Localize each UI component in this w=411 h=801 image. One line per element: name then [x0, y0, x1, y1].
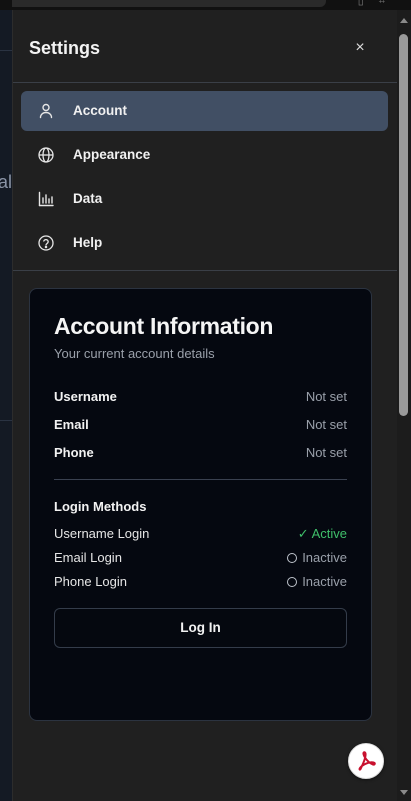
background-divider [0, 420, 12, 421]
bar-chart-icon [38, 191, 54, 207]
settings-panel: Settings × Account Appearance Data Help … [12, 10, 398, 801]
browser-tab-edge [12, 0, 326, 7]
login-methods-title: Login Methods [54, 499, 147, 514]
nav-item-label: Account [73, 103, 127, 118]
status-badge: ✓ Active [297, 526, 347, 541]
inactive-circle-icon [287, 577, 298, 587]
login-method-label: Email Login [54, 550, 122, 565]
background-partial-text: al [0, 172, 13, 192]
login-method-label: Username Login [54, 526, 150, 541]
login-method-label: Phone Login [54, 574, 128, 589]
scrollbar[interactable] [397, 10, 411, 801]
field-row-phone: Phone Not set [54, 445, 347, 465]
field-label: Username [54, 389, 117, 404]
account-info-title: Account Information [54, 313, 274, 339]
account-info-card: Account Information Your current account… [29, 288, 372, 721]
settings-title: Settings [29, 38, 101, 58]
background-page: al [0, 10, 12, 801]
help-circle-icon [38, 235, 54, 251]
nav-item-label: Appearance [73, 147, 151, 162]
nav-item-data[interactable]: Data [21, 179, 388, 219]
field-value: Not set [305, 445, 347, 460]
status-text: Inactive [302, 550, 347, 565]
card-divider [54, 479, 347, 480]
field-row-email: Email Not set [54, 417, 347, 437]
scrollbar-thumb[interactable] [399, 34, 408, 416]
login-method-username: Username Login ✓ Active [54, 526, 347, 544]
browser-top-strip: ▯ ⌗ [0, 0, 411, 10]
user-icon [39, 103, 53, 119]
inactive-circle-icon [287, 553, 298, 563]
login-method-email: Email Login Inactive [54, 550, 347, 568]
scroll-up-icon[interactable] [400, 18, 408, 23]
settings-header: Settings × [13, 10, 398, 83]
background-divider [0, 50, 12, 51]
nav-item-account[interactable]: Account [21, 91, 388, 131]
nav-item-label: Data [73, 191, 103, 206]
account-info-subtitle: Your current account details [54, 346, 215, 361]
field-label: Phone [54, 445, 94, 460]
globe-icon [38, 147, 54, 163]
nav-divider [13, 270, 398, 271]
pdf-icon [358, 751, 376, 771]
field-row-username: Username Not set [54, 389, 347, 409]
log-in-button[interactable]: Log In [54, 608, 347, 648]
status-badge: Inactive [287, 550, 347, 565]
nav-item-help[interactable]: Help [21, 223, 388, 263]
nav-item-label: Help [73, 235, 103, 250]
field-label: Email [54, 417, 89, 432]
pdf-button[interactable] [348, 743, 384, 779]
status-badge: Inactive [287, 574, 347, 589]
scroll-down-icon[interactable] [400, 790, 408, 795]
field-value: Not set [305, 417, 347, 432]
settings-nav: Account Appearance Data Help [21, 91, 388, 267]
field-value: Not set [305, 389, 347, 404]
status-text: Inactive [302, 574, 347, 589]
login-method-phone: Phone Login Inactive [54, 574, 347, 592]
browser-toolbar-icons: ▯ ⌗ [357, 0, 391, 7]
nav-item-appearance[interactable]: Appearance [21, 135, 388, 175]
close-icon[interactable]: × [349, 38, 371, 60]
